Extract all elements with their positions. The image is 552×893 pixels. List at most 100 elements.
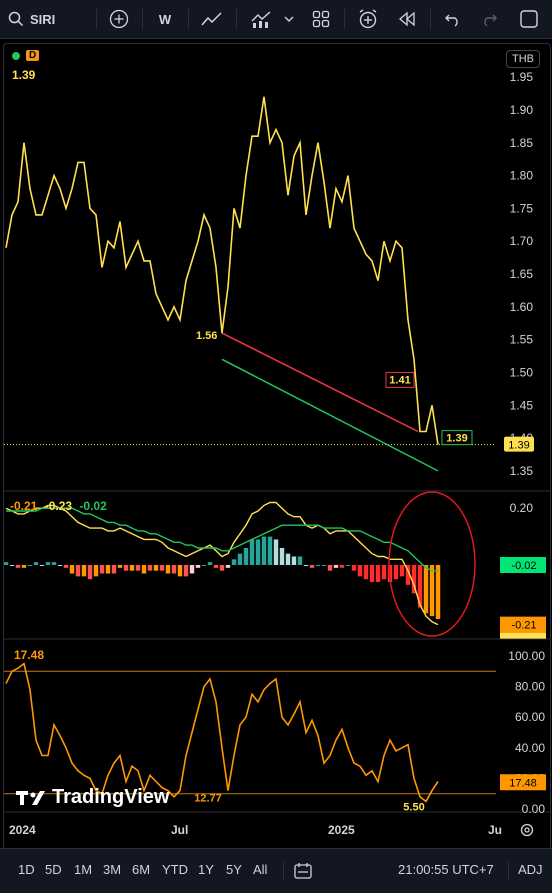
period-1y[interactable]: 1Y: [198, 862, 214, 877]
toolbar-divider: [188, 9, 189, 29]
rsi-tick-label: 0.00: [522, 802, 546, 816]
add-symbol-button[interactable]: [106, 6, 132, 32]
adj-button[interactable]: ADJ: [518, 862, 543, 877]
price-tick-label: 1.65: [510, 267, 534, 281]
toolbar-divider: [236, 9, 237, 29]
macd-legend: -0.21 -0.23 -0.02: [10, 499, 107, 513]
layout-button[interactable]: [308, 6, 334, 32]
histogram-value: -0.02: [79, 499, 107, 513]
last-label: 1.39: [446, 433, 467, 445]
price-tick-label: 1.80: [510, 169, 534, 183]
interval-label: W: [158, 11, 172, 27]
macd-histogram-bar: [333, 565, 339, 568]
price-tick-label: 1.45: [510, 398, 534, 412]
date-range-button[interactable]: [293, 861, 313, 886]
price-tick-label: 1.75: [510, 201, 534, 215]
axis-settings-button[interactable]: [520, 823, 534, 842]
signal-line: [6, 507, 438, 572]
toolbar-divider: [344, 9, 345, 29]
macd-histogram-bar: [363, 565, 369, 580]
indicators-dropdown[interactable]: [282, 6, 296, 32]
clock-label[interactable]: 21:00:55 UTC+7: [398, 862, 494, 877]
period-1m[interactable]: 1M: [74, 862, 92, 877]
macd-histogram-bar: [159, 565, 165, 571]
macd-histogram-bar: [273, 539, 279, 565]
macd-histogram-bar: [327, 565, 333, 571]
status-dot: [12, 51, 20, 60]
macd-histogram-bar: [291, 556, 297, 565]
macd-histogram-bar: [351, 565, 357, 571]
macd-histogram-bar: [195, 565, 201, 568]
rsi-tick-label: 80.00: [515, 680, 545, 694]
search-icon: [8, 11, 24, 27]
macd-histogram-bar: [147, 565, 153, 571]
current-price-badge-label: 1.39: [508, 440, 529, 452]
chart-canvas[interactable]: 1.95 1.90 1.85 1.80 1.75 1.70 1.65 1.60 1.55 1.50…: [4, 44, 550, 849]
rsi-low-label-1: 12.77: [194, 792, 222, 804]
period-3m[interactable]: 3M: [103, 862, 121, 877]
macd-histogram-bar: [375, 565, 381, 583]
indicators-button[interactable]: [246, 6, 276, 32]
macd-histogram-bar: [219, 565, 225, 571]
period-all[interactable]: All: [253, 862, 267, 877]
grid-layout-icon: [312, 10, 330, 28]
macd-histogram-bar: [4, 562, 9, 565]
macd-histogram-bar: [141, 565, 147, 574]
macd-histogram-bar: [345, 565, 351, 566]
macd-histogram-bar: [15, 565, 21, 568]
alert-button[interactable]: [354, 6, 382, 32]
rsi-legend: 17.48: [14, 648, 45, 662]
macd-histogram-bar: [399, 565, 405, 577]
period-5d[interactable]: 5D: [45, 862, 62, 877]
square-icon: [520, 10, 538, 28]
macd-histogram-bar: [309, 565, 315, 568]
time-label-jun: Ju: [488, 823, 503, 837]
indicators-icon: [251, 11, 271, 28]
time-label-2024: 2024: [9, 823, 36, 837]
interval-button[interactable]: W: [152, 6, 178, 32]
macd-histogram-bar: [315, 565, 321, 566]
price-tick-label: 1.85: [510, 136, 534, 150]
macd-histogram-bar: [255, 539, 261, 565]
rsi-current-badge-label: 17.48: [509, 777, 537, 789]
watermark-text: TradingView: [52, 786, 170, 808]
rsi-line: [5, 662, 439, 803]
chart-type-button[interactable]: [198, 6, 226, 32]
price-tick-label: 1.70: [510, 234, 534, 248]
macd-histogram-bar: [57, 565, 63, 566]
calendar-range-icon: [294, 863, 312, 879]
redo-button[interactable]: [476, 6, 502, 32]
macd-histogram-bar: [261, 536, 267, 565]
macd-histogram-bar: [369, 565, 375, 583]
macd-histogram-bar: [357, 565, 363, 577]
fullscreen-button[interactable]: [516, 6, 542, 32]
symbol-search[interactable]: SIRI: [8, 6, 70, 32]
period-1d[interactable]: 1D: [18, 862, 35, 877]
macd-badge-macd-label: -0.21: [511, 620, 536, 632]
rsi-tick-label: 100.00: [508, 649, 545, 663]
chart-container[interactable]: 1.95 1.90 1.85 1.80 1.75 1.70 1.65 1.60 1.55 1.50…: [3, 43, 551, 850]
settings-icon: [520, 823, 534, 837]
macd-line: [5, 501, 439, 626]
symbol-label: SIRI: [30, 11, 56, 27]
last-price-legend: 1.39: [12, 68, 36, 82]
macd-value: -0.21: [10, 499, 38, 513]
period-5y[interactable]: 5Y: [226, 862, 242, 877]
time-label-2025: 2025: [328, 823, 355, 837]
price-legend: SIRI D: [12, 50, 40, 61]
currency-button[interactable]: THB: [506, 50, 540, 68]
macd-histogram-bar: [111, 565, 117, 574]
chevron-down-icon: [284, 16, 294, 22]
period-ytd[interactable]: YTD: [162, 862, 188, 877]
macd-histogram-bar: [75, 565, 81, 577]
replay-button[interactable]: [394, 6, 420, 32]
macd-histogram-bar: [105, 565, 111, 574]
macd-histogram-bar: [123, 565, 129, 571]
plus-circle-icon: [109, 9, 129, 29]
period-6m[interactable]: 6M: [132, 862, 150, 877]
rsi-low-label-2: 5.50: [403, 802, 424, 814]
undo-button[interactable]: [440, 6, 466, 32]
trend-end-label: 1.41: [389, 374, 410, 386]
line-chart-icon: [201, 12, 222, 26]
rsi-tick-label: 40.00: [515, 741, 545, 755]
